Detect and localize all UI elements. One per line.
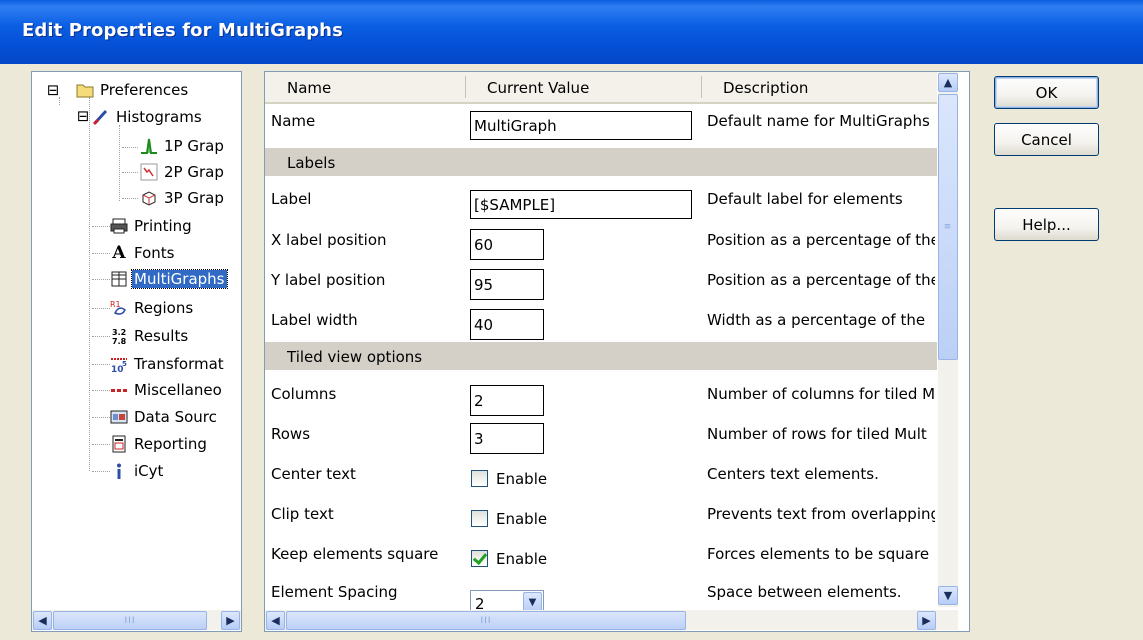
tree-item-results[interactable]: 3.2 7.8 Results (110, 324, 190, 348)
scroll-left-icon[interactable]: ◀ (266, 611, 285, 630)
grid-header: Name Current Value Description (265, 72, 937, 104)
font-icon: A (112, 243, 126, 263)
tree-item-2p-graph[interactable]: 2P Grap (140, 160, 226, 184)
x-label-position-field[interactable] (470, 229, 544, 260)
row-element-spacing: Element Spacing 2 ▼ Space between elemen… (265, 580, 937, 610)
label-width-field[interactable] (470, 309, 544, 340)
multigraphs-icon (110, 270, 128, 288)
scroll-down-icon[interactable]: ▼ (938, 586, 958, 605)
folder-icon (76, 81, 94, 99)
name-field[interactable] (470, 111, 692, 140)
scroll-left-icon[interactable]: ◀ (33, 611, 52, 630)
tree-item-miscellaneous[interactable]: Miscellaneo (110, 378, 224, 402)
scroll-right-icon[interactable]: ▶ (917, 611, 936, 630)
clip-text-checkbox[interactable] (471, 510, 488, 527)
svg-text:7.8: 7.8 (112, 337, 127, 345)
info-icon (110, 462, 128, 480)
tree-item-preferences[interactable]: Preferences (76, 78, 190, 102)
row-center-text: Center text Enable Centers text elements… (271, 465, 879, 488)
svg-text:5: 5 (122, 360, 127, 368)
row-y-label-position: Y label position Position as a percentag… (265, 266, 937, 306)
grid-vertical-scrollbar[interactable]: ▲ ≡ ▼ (938, 72, 958, 607)
results-icon: 3.2 7.8 (110, 327, 128, 345)
column-header-current-value[interactable]: Current Value (465, 72, 701, 102)
row-name: Name Default name for MultiGraphs (265, 108, 937, 148)
scroll-thumb[interactable]: III (286, 611, 686, 630)
element-spacing-dropdown[interactable]: 2 ▼ (470, 590, 544, 610)
title-bar[interactable]: Edit Properties for MultiGraphs (0, 0, 1143, 64)
row-rows: Rows Number of rows for tiled Mult (265, 420, 937, 460)
rows-field[interactable] (470, 423, 544, 454)
help-button[interactable]: Help... (994, 208, 1099, 241)
row-keep-elements-square: Keep elements square Enable Forces eleme… (271, 545, 930, 568)
section-tiled-view-options: Tiled view options (265, 342, 937, 370)
scroll-right-icon[interactable]: ▶ (221, 611, 240, 630)
tree-item-multigraphs[interactable]: MultiGraphs (110, 267, 228, 291)
tree-item-transformation[interactable]: 10 5 Transformat (110, 352, 226, 376)
column-header-name[interactable]: Name (265, 72, 465, 102)
scroll-thumb[interactable]: ≡ (938, 94, 958, 360)
printer-icon (110, 217, 128, 235)
y-label-position-field[interactable] (470, 269, 544, 300)
section-labels: Labels (265, 148, 937, 176)
row-label: Label Default label for elements (265, 182, 937, 226)
tree-item-regions[interactable]: R1 Regions (110, 296, 195, 320)
data-source-icon (110, 408, 128, 426)
scroll-up-icon[interactable]: ▲ (938, 73, 958, 92)
tree-item-icyt[interactable]: iCyt (110, 459, 165, 483)
property-grid[interactable]: Name Current Value Description Name Defa… (264, 71, 970, 632)
columns-field[interactable] (470, 385, 544, 416)
preferences-expander[interactable]: ⊟ (46, 83, 60, 98)
column-header-description[interactable]: Description (701, 72, 937, 102)
2p-graph-icon (140, 163, 158, 181)
row-clip-text: Clip text Enable Prevents text from over… (271, 505, 935, 528)
regions-icon: R1 (110, 299, 128, 317)
tree-item-1p-graph[interactable]: 1P Grap (140, 134, 226, 158)
keep-elements-square-checkbox[interactable] (471, 550, 488, 567)
reporting-icon (110, 435, 128, 453)
histogram-brush-icon (92, 108, 110, 126)
center-text-checkbox[interactable] (471, 470, 488, 487)
ok-button[interactable]: OK (994, 76, 1099, 109)
transformation-icon: 10 5 (110, 355, 128, 373)
row-label-width: Label width Width as a percentage of the (265, 306, 937, 346)
preferences-tree[interactable]: ⊟ ⊟ Preferences Histograms 1P Grap 2P Gr… (31, 71, 242, 632)
cancel-button[interactable]: Cancel (994, 123, 1099, 156)
svg-text:3.2: 3.2 (112, 328, 126, 337)
tree-item-reporting[interactable]: Reporting (110, 432, 209, 456)
scroll-thumb[interactable]: III (53, 611, 207, 630)
tree-horizontal-scrollbar[interactable]: ◀ III ▶ (32, 610, 241, 630)
histograms-expander[interactable]: ⊟ (76, 109, 90, 124)
label-field[interactable] (470, 190, 692, 219)
tree-item-histograms[interactable]: Histograms (92, 105, 204, 129)
tree-item-printing[interactable]: Printing (110, 214, 194, 238)
tree-item-fonts[interactable]: A Fonts (110, 241, 176, 265)
3p-graph-icon (140, 189, 158, 207)
grid-horizontal-scrollbar[interactable]: ◀ III ▶ (265, 610, 958, 630)
1p-graph-icon (140, 137, 158, 155)
tree-item-data-source[interactable]: Data Sourc (110, 405, 219, 429)
window-title: Edit Properties for MultiGraphs (22, 20, 343, 41)
row-x-label-position: X label position Position as a percentag… (265, 226, 937, 266)
row-columns: Columns Number of columns for tiled M (265, 376, 937, 420)
chevron-down-icon[interactable]: ▼ (523, 592, 542, 610)
miscellaneous-icon (110, 381, 128, 399)
tree-item-3p-graph[interactable]: 3P Grap (140, 186, 226, 210)
